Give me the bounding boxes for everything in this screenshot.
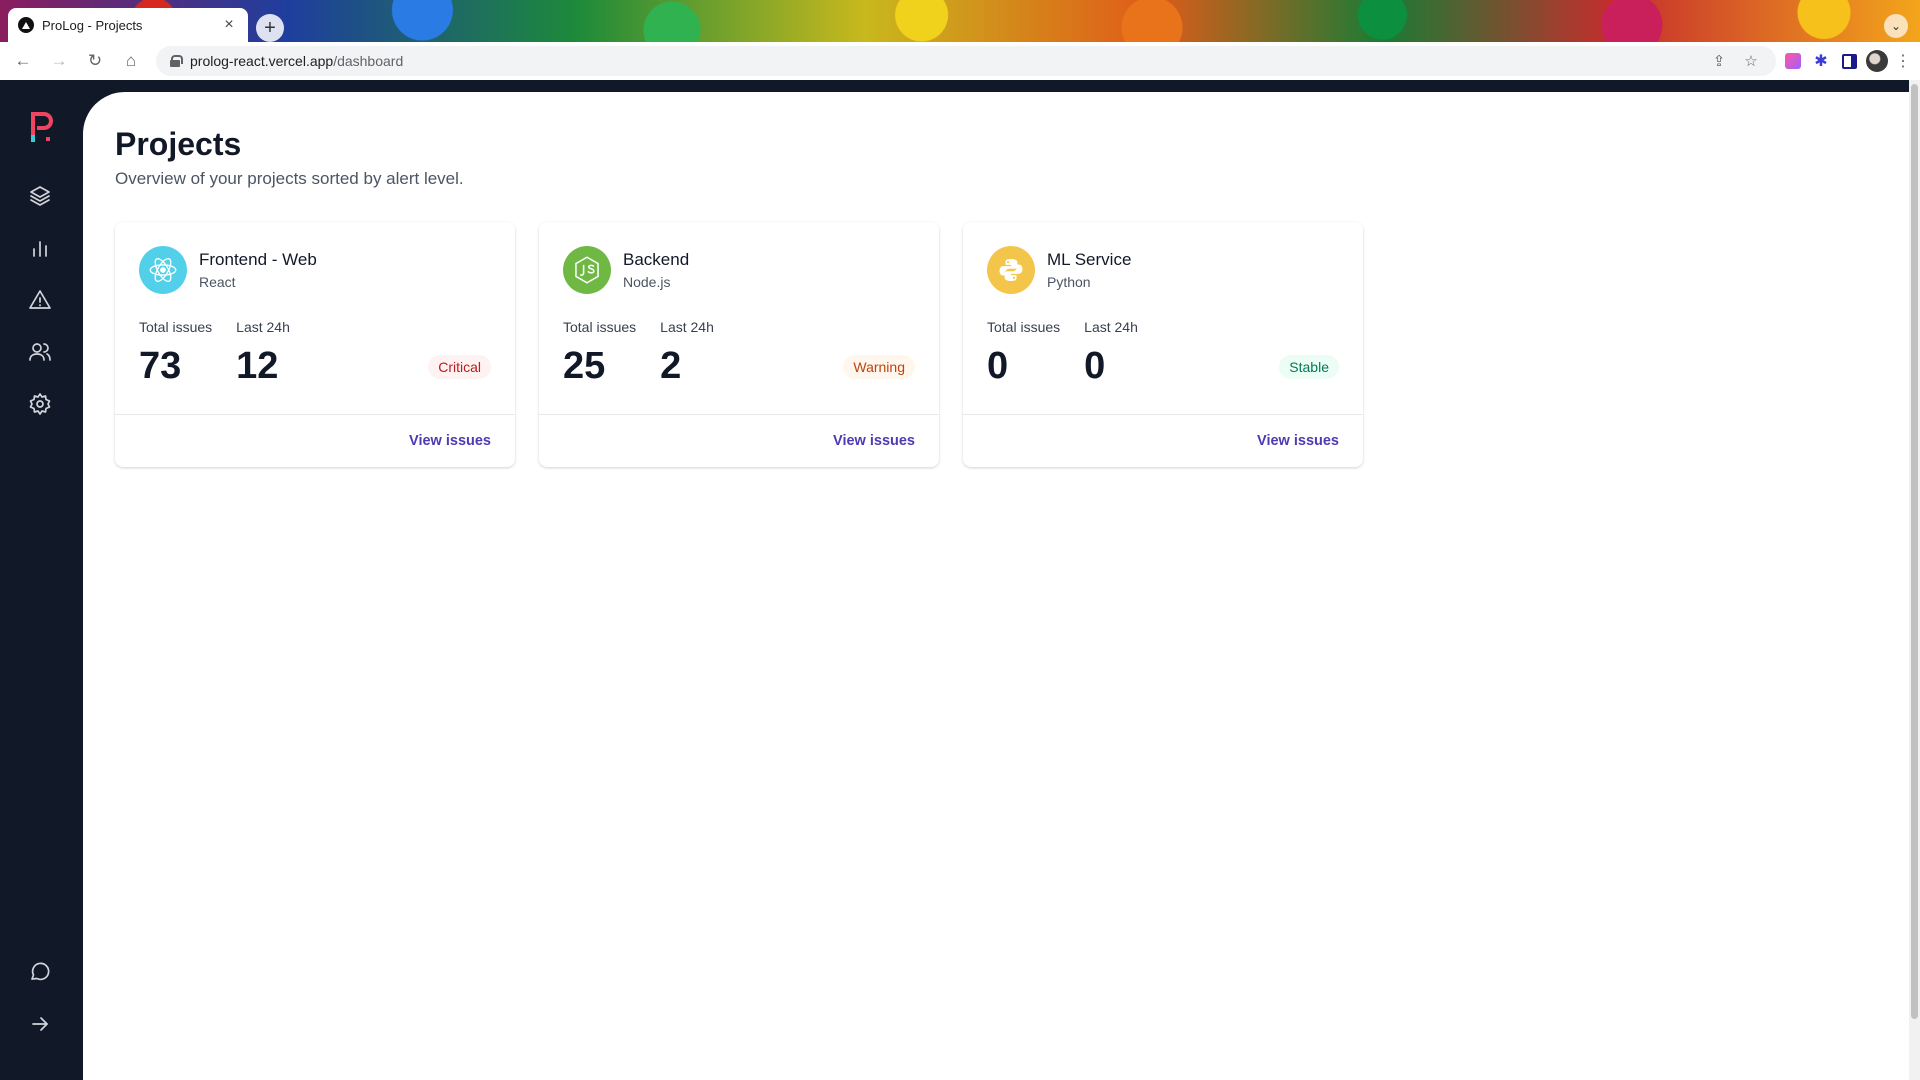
project-header: Frontend - Web React	[139, 246, 317, 294]
app-shell: Projects Overview of your projects sorte…	[0, 80, 1920, 1080]
project-name: Backend	[623, 250, 690, 269]
card-footer: View issues	[115, 414, 515, 467]
view-issues-link[interactable]: View issues	[409, 433, 491, 449]
total-issues-value: 0	[987, 345, 1009, 387]
close-tab-icon[interactable]: ×	[220, 16, 238, 34]
status-badge: Stable	[1279, 355, 1339, 379]
users-icon	[29, 343, 51, 361]
sidebar-item-stats[interactable]	[24, 232, 56, 264]
page-title: Projects	[115, 126, 242, 162]
project-card: ML Service Python Total issues 0 Last 24…	[963, 222, 1363, 467]
sidebar-item-users[interactable]	[24, 336, 56, 368]
home-icon[interactable]: ⌂	[116, 46, 146, 76]
extensions-puzzle-icon[interactable]: ✱	[1810, 50, 1832, 72]
last-24h-label: Last 24h	[1084, 319, 1138, 335]
browser-toolbar: ← → ↻ ⌂ prolog-react.vercel.app/dashboar…	[0, 42, 1920, 80]
last-24h-value: 12	[236, 345, 279, 387]
scrollbar-thumb[interactable]	[1911, 84, 1918, 1019]
project-card: Frontend - Web React Total issues 73 Las…	[115, 222, 515, 467]
layers-icon	[30, 186, 50, 206]
gear-icon	[29, 393, 51, 415]
bookmark-star-icon[interactable]: ☆	[1740, 52, 1762, 70]
share-icon[interactable]: ⇪	[1708, 52, 1730, 70]
project-language: Node.js	[623, 274, 671, 290]
forward-icon[interactable]: →	[44, 46, 74, 76]
view-issues-link[interactable]: View issues	[833, 433, 915, 449]
lock-icon[interactable]	[170, 55, 183, 67]
total-issues-label: Total issues	[987, 319, 1061, 335]
extension-gradient-icon[interactable]	[1782, 50, 1804, 72]
scrollbar[interactable]	[1909, 80, 1920, 1080]
project-header: ML Service Python	[987, 246, 1131, 294]
last-24h-value: 2	[660, 345, 682, 387]
project-name: ML Service	[1047, 250, 1132, 269]
prolog-logo[interactable]	[30, 110, 54, 144]
total-issues-label: Total issues	[139, 319, 213, 335]
status-badge: Critical	[428, 355, 491, 379]
total-issues-value: 25	[563, 345, 606, 387]
chat-bubble-icon	[31, 962, 50, 981]
sidebar	[0, 80, 83, 1080]
new-tab-button[interactable]: +	[256, 14, 284, 42]
sidebar-item-issues[interactable]	[24, 284, 56, 316]
nodejs-icon	[563, 246, 611, 294]
project-stats: Total issues 0 Last 24h 0	[987, 319, 1138, 388]
last-24h-label: Last 24h	[236, 319, 290, 335]
last-24h-label: Last 24h	[660, 319, 714, 335]
card-footer: View issues	[963, 414, 1363, 467]
python-icon	[987, 246, 1035, 294]
project-stats: Total issues 25 Last 24h 2	[563, 319, 714, 388]
view-issues-link[interactable]: View issues	[1257, 433, 1339, 449]
total-issues-value: 73	[139, 345, 182, 387]
page-subtitle: Overview of your projects sorted by aler…	[115, 169, 464, 188]
profile-avatar[interactable]	[1866, 50, 1888, 72]
sidebar-item-collapse[interactable]	[24, 1008, 56, 1040]
react-icon	[139, 246, 187, 294]
project-name: Frontend - Web	[199, 250, 317, 269]
last-24h-value: 0	[1084, 345, 1106, 387]
url-text: prolog-react.vercel.app/dashboard	[190, 53, 1698, 69]
tab-title: ProLog - Projects	[42, 17, 143, 33]
total-issues-label: Total issues	[563, 319, 637, 335]
sidebar-item-support[interactable]	[24, 956, 56, 988]
project-header: Backend Node.js	[563, 246, 689, 294]
main-content: Projects Overview of your projects sorte…	[83, 92, 1909, 1080]
card-footer: View issues	[539, 414, 939, 467]
browser-menu-icon[interactable]: ⋮	[1894, 51, 1912, 71]
reload-icon[interactable]: ↻	[80, 46, 110, 76]
project-language: Python	[1047, 274, 1091, 290]
side-panel-icon[interactable]	[1838, 50, 1860, 72]
status-badge: Warning	[843, 355, 915, 379]
arrow-right-icon	[32, 1017, 48, 1031]
bar-chart-icon	[33, 241, 47, 257]
url-host: prolog-react.vercel.app	[190, 53, 334, 69]
back-icon[interactable]: ←	[8, 46, 38, 76]
alert-triangle-icon	[29, 290, 51, 309]
sidebar-item-projects[interactable]	[24, 180, 56, 212]
project-language: React	[199, 274, 236, 290]
url-path: /dashboard	[333, 53, 404, 69]
project-card-list: Frontend - Web React Total issues 73 Las…	[115, 222, 1363, 467]
tab-search-icon[interactable]: ⌄	[1884, 14, 1908, 38]
browser-tab[interactable]: ProLog - Projects ×	[8, 8, 248, 42]
address-bar[interactable]: prolog-react.vercel.app/dashboard ⇪ ☆	[156, 46, 1776, 76]
favicon-icon	[18, 17, 34, 33]
sidebar-item-settings[interactable]	[24, 388, 56, 420]
project-stats: Total issues 73 Last 24h 12	[139, 319, 290, 388]
project-card: Backend Node.js Total issues 25 Last 24h…	[539, 222, 939, 467]
